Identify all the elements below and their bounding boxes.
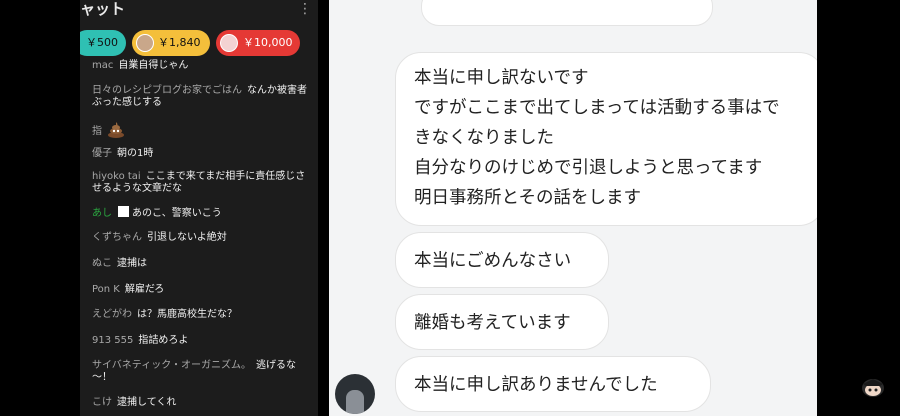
- chat-message: こけ 逮捕してくれ: [92, 397, 312, 409]
- chat-text: は？馬鹿高校生だな？: [137, 309, 237, 320]
- avatar: [136, 34, 154, 52]
- chat-message: Pon K 解雇だろ: [92, 284, 312, 296]
- chat-message: mac 自業自得じゃん: [92, 60, 312, 72]
- poop-emoji-icon: [108, 122, 124, 138]
- live-chat-panel: ャット ⋮ ￥500 ￥1,840 ￥10,000 mac 自業自得じゃん 日々の…: [80, 0, 318, 416]
- ticker-amount: ￥10,000: [243, 36, 293, 49]
- message-line: 本当に申し訳ないです: [414, 68, 589, 88]
- chat-title: ャット: [80, 0, 126, 18]
- chat-message: hiyoko tai ここまで来てまだ相手に責任感じさせるような文章だな: [92, 171, 312, 195]
- avatar: [220, 34, 238, 52]
- super-chat-ticker[interactable]: ￥1,840: [132, 30, 210, 56]
- chat-author: こけ: [92, 397, 112, 408]
- chat-text: 自業自得じゃん: [118, 60, 189, 71]
- chat-text: 逮捕してくれ: [117, 397, 177, 408]
- chat-author: 913 555: [92, 335, 134, 346]
- chat-text: 解雇だろ: [124, 284, 165, 295]
- super-chat-ticker-bar: ￥500 ￥1,840 ￥10,000: [80, 30, 318, 56]
- chat-text: 引退しないよ絶対: [147, 232, 227, 243]
- chat-author: mac: [92, 60, 114, 71]
- chat-message: えどがわ は？馬鹿高校生だな？: [92, 309, 312, 321]
- super-chat-ticker[interactable]: ￥500: [80, 30, 126, 56]
- chat-author: えどがわ: [92, 309, 132, 320]
- chat-message: あし あのこ、警察いこう: [92, 206, 312, 220]
- chat-message: 優子 朝の1時: [92, 148, 312, 160]
- message-bubble: 本当にごめんなさい: [395, 232, 609, 288]
- chat-author: 日々のレシピブログお家でごはん: [92, 85, 242, 96]
- sender-avatar: [335, 374, 375, 414]
- message-screenshot: 本当に申し訳ないです ですがここまで出てしまっては活動する事はで きなくなりまし…: [329, 0, 817, 416]
- chat-message: くずちゃん 引退しないよ絶対: [92, 232, 312, 244]
- chat-author: 指: [92, 126, 102, 137]
- chat-text: 指詰めろよ: [138, 335, 189, 346]
- ticker-amount: ￥1,840: [158, 36, 201, 49]
- chat-author: Pon K: [92, 284, 120, 295]
- message-bubble: 本当に申し訳ないです ですがここまで出てしまっては活動する事はで きなくなりまし…: [395, 52, 817, 226]
- message-bubble: 本当に申し訳ありませんでした: [395, 356, 711, 412]
- chat-message: 913 555 指詰めろよ: [92, 335, 312, 347]
- channel-mascot-icon: [862, 379, 884, 397]
- chat-message: サイバネティック・オーガニズム。 逃げるな～！: [92, 360, 312, 384]
- message-line: 明日事務所とその話をします: [414, 188, 641, 208]
- chat-author: hiyoko tai: [92, 171, 141, 182]
- message-line: きなくなりました: [414, 128, 554, 148]
- chat-text: あのこ、警察いこう: [132, 208, 222, 219]
- chat-message: 日々のレシピブログお家でごはん なんか被害者ぶった感じする: [92, 85, 312, 109]
- white-square-icon: [118, 206, 129, 217]
- chat-text: 逮捕は: [117, 258, 147, 269]
- ticker-amount: ￥500: [86, 36, 118, 49]
- chat-author: 優子: [92, 148, 112, 159]
- chat-message: 指: [92, 122, 312, 138]
- chat-author: サイバネティック・オーガニズム。: [92, 360, 251, 371]
- chat-author: あし: [92, 208, 112, 219]
- chat-author: くずちゃん: [92, 232, 142, 243]
- chat-message: ぬこ 逮捕は: [92, 258, 312, 270]
- message-bubble: [421, 0, 713, 26]
- chat-text: 朝の1時: [117, 148, 154, 159]
- message-line: 自分なりのけじめで引退しようと思ってます: [414, 158, 763, 178]
- super-chat-ticker[interactable]: ￥10,000: [216, 30, 300, 56]
- more-vertical-icon[interactable]: ⋮: [298, 2, 312, 16]
- chat-author: ぬこ: [92, 258, 112, 269]
- message-bubble: 離婚も考えています: [395, 294, 609, 350]
- message-line: ですがここまで出てしまっては活動する事はで: [414, 98, 780, 118]
